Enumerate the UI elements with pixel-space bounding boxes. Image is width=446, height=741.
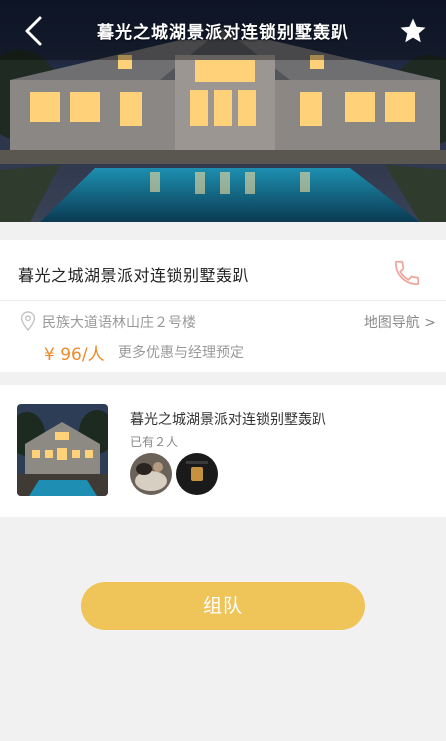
nav-bar: 暮光之城湖景派对连锁别墅轰趴 [0,0,446,62]
team-name: 暮光之城湖景派对连锁别墅轰趴 [130,412,326,428]
price-text: ¥ 96/人 [44,345,105,365]
promo-link[interactable]: 更多优惠与经理预定 [118,342,244,362]
venue-name: 暮光之城湖景派对连锁别墅轰趴 [18,266,250,285]
join-team-button[interactable]: 组队 [81,582,365,630]
team-thumbnail [17,404,108,496]
favorite-button[interactable] [398,16,428,46]
address-text: 民族大道语林山庄２号楼 [42,315,196,331]
avatar[interactable] [130,453,172,495]
chevron-left-icon [25,16,42,46]
call-button[interactable] [392,258,422,288]
hero-image: 暮光之城湖景派对连锁别墅轰趴 [0,0,446,222]
map-navigation-link[interactable]: 地图导航 > [364,312,436,332]
member-avatar-image [176,453,218,495]
villa-thumbnail-image [17,404,108,496]
phone-icon [394,260,420,286]
venue-info-card: 暮光之城湖景派对连锁别墅轰趴 民族大道语林山庄２号楼 地图导航 > ¥ 96/人… [0,240,446,372]
location-pin-icon [20,311,36,331]
star-icon [400,18,426,43]
member-avatar-image [130,453,172,495]
divider [0,300,446,301]
avatar[interactable] [176,453,218,495]
team-card[interactable]: 暮光之城湖景派对连锁别墅轰趴 已有２人 [0,385,446,517]
back-button[interactable] [18,14,48,48]
page-title: 暮光之城湖景派对连锁别墅轰趴 [97,23,349,43]
member-count: 已有２人 [130,435,179,449]
